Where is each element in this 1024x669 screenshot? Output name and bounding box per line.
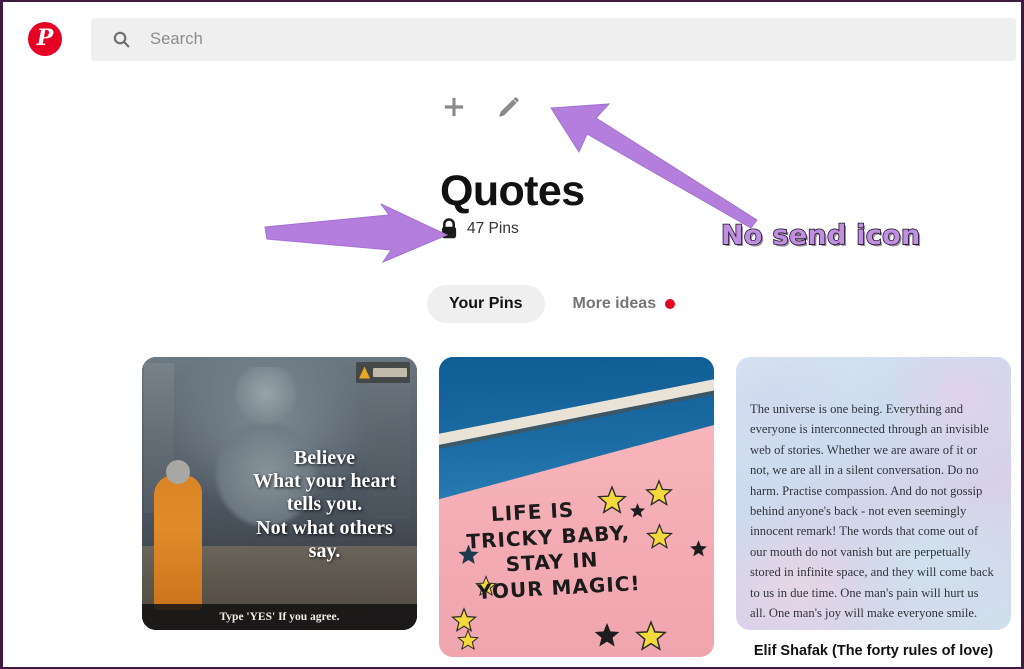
pencil-icon <box>498 96 519 117</box>
quote-line: Believe <box>293 447 356 469</box>
star-icon <box>457 629 479 651</box>
annotation-arrow-to-lock <box>264 203 449 264</box>
plus-icon <box>444 97 464 117</box>
quote-line: tells you. <box>286 493 363 516</box>
quote-line: say. <box>308 539 341 562</box>
board-title: Quotes <box>440 167 585 215</box>
star-icon <box>594 622 620 647</box>
board-meta: 47 Pins <box>440 218 519 239</box>
tab-your-pins-label: Your Pins <box>449 295 523 312</box>
add-pin-button[interactable] <box>440 93 468 121</box>
mural-text: LIFE IS TRICKY BABY, STAY IN YOUR MAGIC! <box>464 490 704 605</box>
watermark-text-bar <box>373 368 407 377</box>
lock-icon <box>441 218 457 239</box>
pin-card-life-is-tricky[interactable]: LIFE IS TRICKY BABY, STAY IN YOUR MAGIC! <box>439 357 714 657</box>
star-icon <box>635 620 667 651</box>
pin-quote-body: The universe is one being. Everything an… <box>750 402 994 620</box>
board-action-icons <box>440 93 522 121</box>
pinterest-logo-glyph: P <box>36 25 54 51</box>
pin-footer-caption: Type 'YES' If you agree. <box>142 604 417 630</box>
search-bar[interactable]: Search <box>91 18 1016 61</box>
search-icon <box>113 31 130 48</box>
tab-more-ideas[interactable]: More ideas <box>551 285 698 323</box>
pin-image-life-is-tricky[interactable]: LIFE IS TRICKY BABY, STAY IN YOUR MAGIC! <box>439 357 714 657</box>
source-watermark-icon <box>356 362 410 383</box>
tab-more-ideas-label: More ideas <box>572 295 657 312</box>
pinterest-logo[interactable]: P <box>28 22 62 56</box>
new-ideas-badge-dot <box>665 299 676 309</box>
pin-image-believe-quote[interactable]: Believe What your heart tells you. Not w… <box>142 357 417 630</box>
quote-line: Not what others <box>256 516 393 539</box>
edit-board-button[interactable] <box>494 93 522 121</box>
pin-grid: Believe What your heart tells you. Not w… <box>142 357 1012 660</box>
pin-count-label: 47 Pins <box>467 219 519 237</box>
browser-window: P Search Quotes 47 Pins Your Pins More i… <box>0 0 1024 669</box>
tab-your-pins[interactable]: Your Pins <box>427 285 545 323</box>
pin-quote-text: Believe What your heart tells you. Not w… <box>142 447 411 563</box>
pin-caption: Elif Shafak (The forty rules of love) <box>753 643 994 659</box>
top-navigation-bar: P Search <box>3 2 1021 76</box>
pin-card-believe-quote[interactable]: Believe What your heart tells you. Not w… <box>142 357 417 630</box>
annotation-no-send-icon-label: No send icon <box>720 219 921 252</box>
quote-line: What your heart <box>253 470 396 493</box>
board-tabs: Your Pins More ideas <box>427 285 697 323</box>
pin-card-elif-shafak-quote[interactable]: The universe is one being. Everything an… <box>736 357 1011 660</box>
watermark-triangle-icon <box>359 366 370 379</box>
search-input-placeholder[interactable]: Search <box>150 30 203 49</box>
pin-image-elif-shafak-quote[interactable]: The universe is one being. Everything an… <box>736 357 1011 630</box>
